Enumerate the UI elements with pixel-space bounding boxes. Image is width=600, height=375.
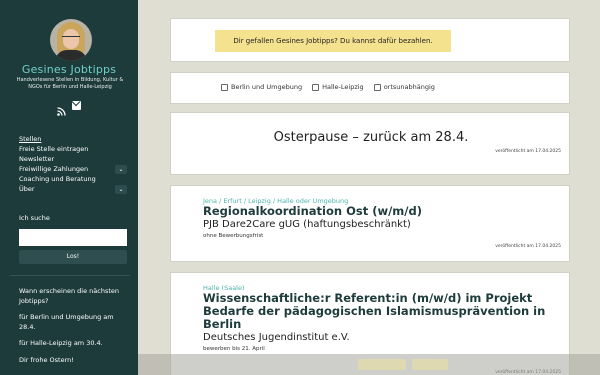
nav-item-stellen[interactable]: Stellen (19, 134, 127, 144)
cookie-accept-button[interactable] (358, 359, 406, 370)
site-tagline: Handverlesene Stellen in Bildung, Kultur… (16, 77, 124, 90)
filter-berlin[interactable]: Berlin und Umgebung (221, 83, 302, 91)
main-nav: Stellen Freie Stelle eintragen Newslette… (19, 134, 127, 194)
nav-label: Newsletter (19, 155, 55, 163)
info-halle: für Halle-Leipzig am 30.4. (19, 339, 103, 347)
filter-card: Berlin und Umgebung Halle-Leipzig ortsun… (170, 72, 570, 104)
search-input[interactable] (19, 229, 127, 246)
job-card: Jena / Erfurt / Leipzig / Halle oder Umg… (170, 185, 570, 262)
filter-halle-leipzig[interactable]: Halle-Leipzig (312, 83, 364, 91)
filter-label: Berlin und Umgebung (231, 83, 303, 91)
support-card: Dir gefallen Gesines Jobtipps? Du kannst… (170, 18, 570, 62)
mail-icon[interactable] (72, 101, 81, 110)
nav-label: Freie Stelle eintragen (19, 145, 89, 153)
search-label: Ich suche (19, 214, 50, 222)
nav-label: Freiwillige Zahlungen (19, 165, 89, 173)
info-greeting: Dir frohe Ostern! (19, 355, 74, 364)
filter-ortsunabhaengig[interactable]: ortsunabhängig (373, 83, 435, 91)
nav-label: Stellen (19, 135, 42, 143)
job-employer: PJB Dare2Care gUG (haftungsbeschränkt) (203, 219, 411, 230)
checkbox[interactable] (312, 83, 320, 91)
sidebar: Gesines Jobtipps Handverlesene Stellen i… (0, 0, 138, 375)
post-date: veröffentlicht am 17.04.2025 (495, 244, 561, 249)
cookie-consent-bar (138, 354, 600, 375)
announcement-title[interactable]: Osterpause – zurück am 28.4. (171, 130, 571, 145)
filter-label: Halle-Leipzig (322, 83, 364, 91)
nav-item-zahlungen[interactable]: Freiwillige Zahlungen ⌄ (19, 164, 127, 174)
job-deadline: ohne Bewerbungsfrist (203, 233, 264, 239)
search-button[interactable]: Los! (19, 250, 127, 264)
announcement-card: Osterpause – zurück am 28.4. veröffentli… (170, 112, 570, 175)
publishing-info: Wann erscheinen die nächsten Jobtipps? f… (19, 287, 129, 372)
nav-label: Coaching und Beratung (19, 175, 96, 183)
checkbox[interactable] (221, 83, 228, 91)
post-date: veröffentlicht am 17.04.2025 (495, 149, 561, 154)
avatar (50, 19, 92, 61)
job-title[interactable]: Wissenschaftliche:r Referent:in (m/w/d) … (203, 292, 569, 331)
rss-icon[interactable] (57, 101, 66, 116)
cookie-settings-button[interactable] (412, 359, 448, 370)
social-links (57, 101, 81, 116)
nav-item-ueber[interactable]: Über ⌄ (19, 184, 127, 194)
region-filters: Berlin und Umgebung Halle-Leipzig ortsun… (221, 83, 435, 91)
checkbox[interactable] (373, 83, 381, 91)
support-banner[interactable]: Dir gefallen Gesines Jobtipps? Du kannst… (215, 30, 451, 52)
chevron-down-icon[interactable]: ⌄ (115, 165, 127, 174)
nav-item-newsletter[interactable]: Newsletter (19, 154, 127, 164)
nav-item-freie-stelle[interactable]: Freie Stelle eintragen (19, 144, 127, 154)
info-question: Wann erscheinen die nächsten Jobtipps? (19, 287, 120, 305)
chevron-down-icon[interactable]: ⌄ (115, 185, 127, 194)
job-deadline: bewerben bis 21. April (203, 346, 265, 352)
divider (10, 275, 130, 276)
nav-label: Über (19, 185, 35, 193)
site-title[interactable]: Gesines Jobtipps (0, 63, 138, 76)
filter-label: ortsunabhängig (383, 83, 435, 91)
nav-item-coaching[interactable]: Coaching und Beratung (19, 174, 127, 184)
job-employer: Deutsches Jugendinstitut e.V. (203, 332, 350, 343)
info-berlin: für Berlin und Umgebung am 28.4. (19, 313, 114, 331)
job-title[interactable]: Regionalkoordination Ost (w/m/d) (203, 205, 569, 218)
